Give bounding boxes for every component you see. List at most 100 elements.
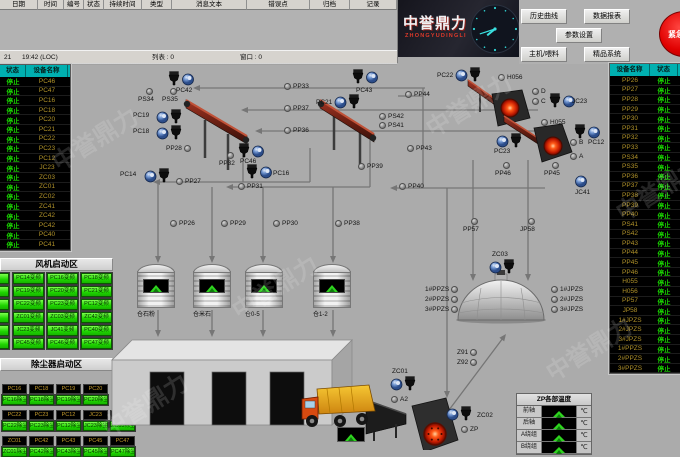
diagram-label-text: Z92 [457,359,468,366]
indicator-dot [471,218,478,225]
equipment-unit-icon[interactable] [455,66,482,89]
indicator-dot [184,145,191,152]
diagram-label: PS42 [379,113,404,120]
indicator-dot [405,91,412,98]
diagram-label: PP31 [238,183,263,190]
fan-hopper-icon [390,375,417,393]
shed-door [212,372,246,425]
diagram-label: PC21 [316,99,332,106]
indicator-dot [570,153,577,160]
diagram-label-text: H055 [550,119,566,126]
diagram-label: 2#PPZS [425,296,458,303]
diagram-label-text: PC21 [316,99,332,106]
indicator-dot [552,162,559,169]
diagram-label: PC19 [133,112,149,119]
fan-hopper-icon [144,167,171,185]
equipment-unit-icon[interactable] [390,375,417,398]
diagram-label-text: PP39 [367,163,383,170]
diagram-label: PC14 [120,171,136,178]
equipment-unit-icon[interactable] [334,93,361,116]
diagram-label: 1#JPZS [551,286,583,293]
diagram-label-text: PS34 [138,96,154,103]
diagram-label: ZC03 [492,251,508,258]
fan-hopper-icon [352,68,379,86]
diagram-label-text: B [579,139,583,146]
diagram-label: PP40 [399,183,424,190]
diagram-label-text: JP58 [520,226,535,233]
equipment-unit-icon[interactable] [446,405,473,428]
indicator-dot [227,152,234,159]
equipment-unit-icon[interactable] [489,258,516,281]
equipment-unit-icon[interactable] [144,167,171,190]
diagram-label-text: PS35 [162,96,178,103]
indicator-dot [358,163,365,170]
diagram-label: JP58 [520,218,535,233]
diagram-label-text: 1#JPZS [560,286,583,293]
diagram-label: JC41 [575,189,590,196]
diagram-label-text: PP45 [544,170,560,177]
shed-door [150,372,184,425]
indicator-dot [379,113,386,120]
diagram-label-text: ZC02 [477,412,493,419]
diagram-label-text: 3#JPZS [560,306,583,313]
indicator-dot [284,127,291,134]
diagram-label: Z92 [457,359,477,366]
indicator-dot [551,286,558,293]
diagram-label: B [570,139,583,146]
diagram-label: 1#PPZS [425,286,458,293]
diagram-label-text: PP32 [219,160,235,167]
fan-hopper-icon [334,93,361,111]
indicator-dot [391,396,398,403]
diagram-label: PC22 [437,72,453,79]
indicator-dot [570,139,577,146]
indicator-dot [461,426,468,433]
diagram-label: A [570,153,583,160]
diagram-label-text: PP31 [247,183,263,190]
indicator-dot [399,183,406,190]
diagram-label: JC23 [572,98,587,105]
diagram-label-text: ZC03 [492,251,508,258]
diagram-label: PP36 [284,127,309,134]
diagram-label-text: PC23 [494,148,510,155]
diagram-label: PP33 [284,83,309,90]
indicator-dot [532,88,539,95]
indicator-dot [146,88,153,95]
diagram-label-text: PS42 [388,113,404,120]
diagram-label-text: C [541,98,546,105]
diagram-label: 3#PPZS [425,306,458,313]
diagram-label-text: PC43 [356,87,372,94]
diagram-label: 3#JPZS [551,306,583,313]
diagram-label-text: JC23 [572,98,587,105]
diagram-label: PC46 [240,158,256,165]
diagram-label-text: Z91 [457,349,468,356]
diagram-label-text: PC18 [133,128,149,135]
diagram-label: C [532,98,546,105]
diagram-label-text: A2 [400,396,408,403]
diagram-label-text: ZP [470,426,478,433]
diagram-label-text: PC22 [437,72,453,79]
diagram-label-text: PC46 [240,158,256,165]
diagram-label-text: H056 [507,74,523,81]
diagram-label-text: D [541,88,546,95]
diagram-label: PS34 [138,88,154,103]
indicator-dot [451,296,458,303]
diagram-label-text: PC16 [273,170,289,177]
diagram-label-text: 2#PPZS [425,296,449,303]
equipment-unit-icon[interactable] [156,124,183,147]
diagram-label: PP37 [284,105,309,112]
diagram-label-text: PP37 [293,105,309,112]
diagram-label: A2 [391,396,408,403]
diagram-label-text: JC41 [575,189,590,196]
diagram-label-text: ZC01 [392,368,408,375]
diagram-label: PS41 [379,122,404,129]
scada-screen: 日期时间编号状态持续时间类型消息文本错误点归档记录 21 19:42 (LOC)… [0,0,680,450]
diagram-label: PP43 [407,145,432,152]
indicator-dot [528,218,535,225]
diagram-label: PC16 [273,170,289,177]
diagram-label-text: PP36 [293,127,309,134]
diagram-label-text: PP38 [344,220,360,227]
indicator-dot [379,122,386,129]
diagram-label: PC43 [356,87,372,94]
diagram-label: H056 [498,74,523,81]
indicator-dot [273,220,280,227]
